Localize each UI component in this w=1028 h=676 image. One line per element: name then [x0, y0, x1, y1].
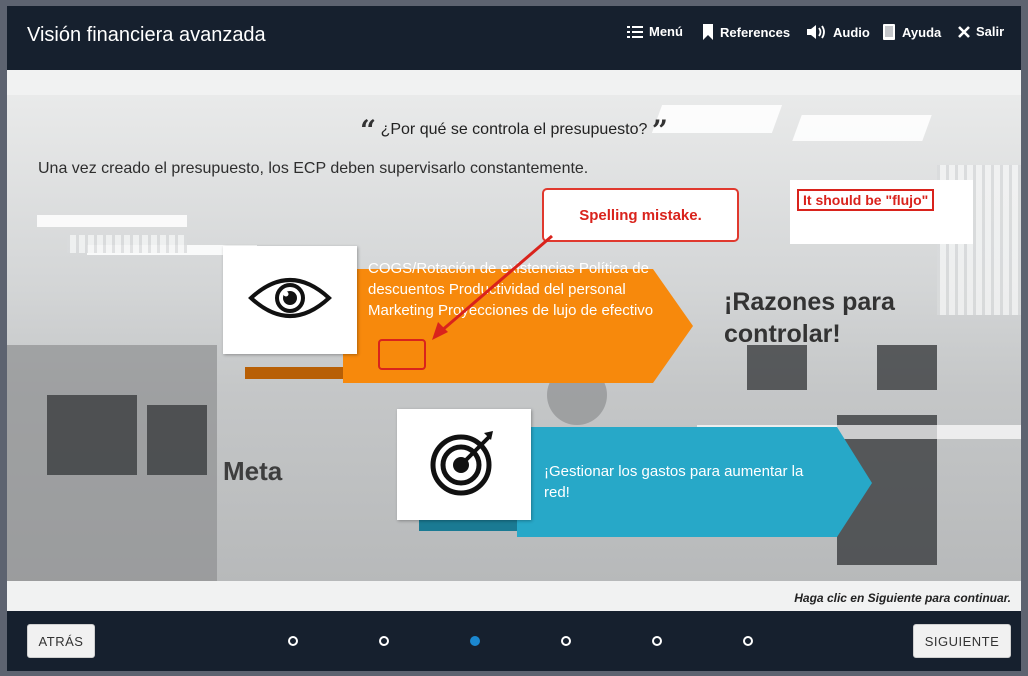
speaker-icon: [807, 24, 827, 40]
progress-dot-4[interactable]: [561, 636, 571, 646]
continue-hint: Haga clic en Siguiente para continuar.: [794, 591, 1011, 605]
bookmark-icon: [702, 24, 714, 40]
back-button[interactable]: ATRÁS: [27, 624, 95, 658]
progress-dot-1[interactable]: [288, 636, 298, 646]
menu-label: Menú: [649, 24, 683, 39]
audio-label: Audio: [833, 24, 870, 40]
progress-dot-5[interactable]: [652, 636, 662, 646]
slide-stage: “ ¿Por qué se controla el presupuesto? ”…: [7, 70, 1021, 611]
exit-button[interactable]: Salir: [958, 24, 1004, 39]
help-button[interactable]: Ayuda: [882, 24, 941, 40]
references-label: References: [720, 24, 791, 40]
audio-button[interactable]: Audio: [807, 24, 870, 40]
next-button[interactable]: SIGUIENTE: [913, 624, 1011, 658]
references-button[interactable]: References: [702, 24, 790, 40]
footer-bar: ATRÁS SIGUIENTE: [7, 611, 1021, 671]
annotation-arrow: [432, 234, 553, 340]
list-icon: [627, 25, 643, 39]
progress-dot-3[interactable]: [470, 636, 480, 646]
progress-dot-2[interactable]: [379, 636, 389, 646]
book-icon: [882, 24, 896, 40]
close-icon: [958, 25, 970, 38]
header-bar: Visión financiera avanzada Menú Referenc…: [7, 6, 1021, 70]
course-title: Visión financiera avanzada: [27, 24, 266, 46]
course-player-window: Visión financiera avanzada Menú Referenc…: [0, 0, 1028, 676]
exit-label: Salir: [976, 24, 1005, 39]
progress-dot-6[interactable]: [743, 636, 753, 646]
help-label: Ayuda: [902, 24, 942, 40]
menu-button[interactable]: Menú: [627, 24, 683, 39]
